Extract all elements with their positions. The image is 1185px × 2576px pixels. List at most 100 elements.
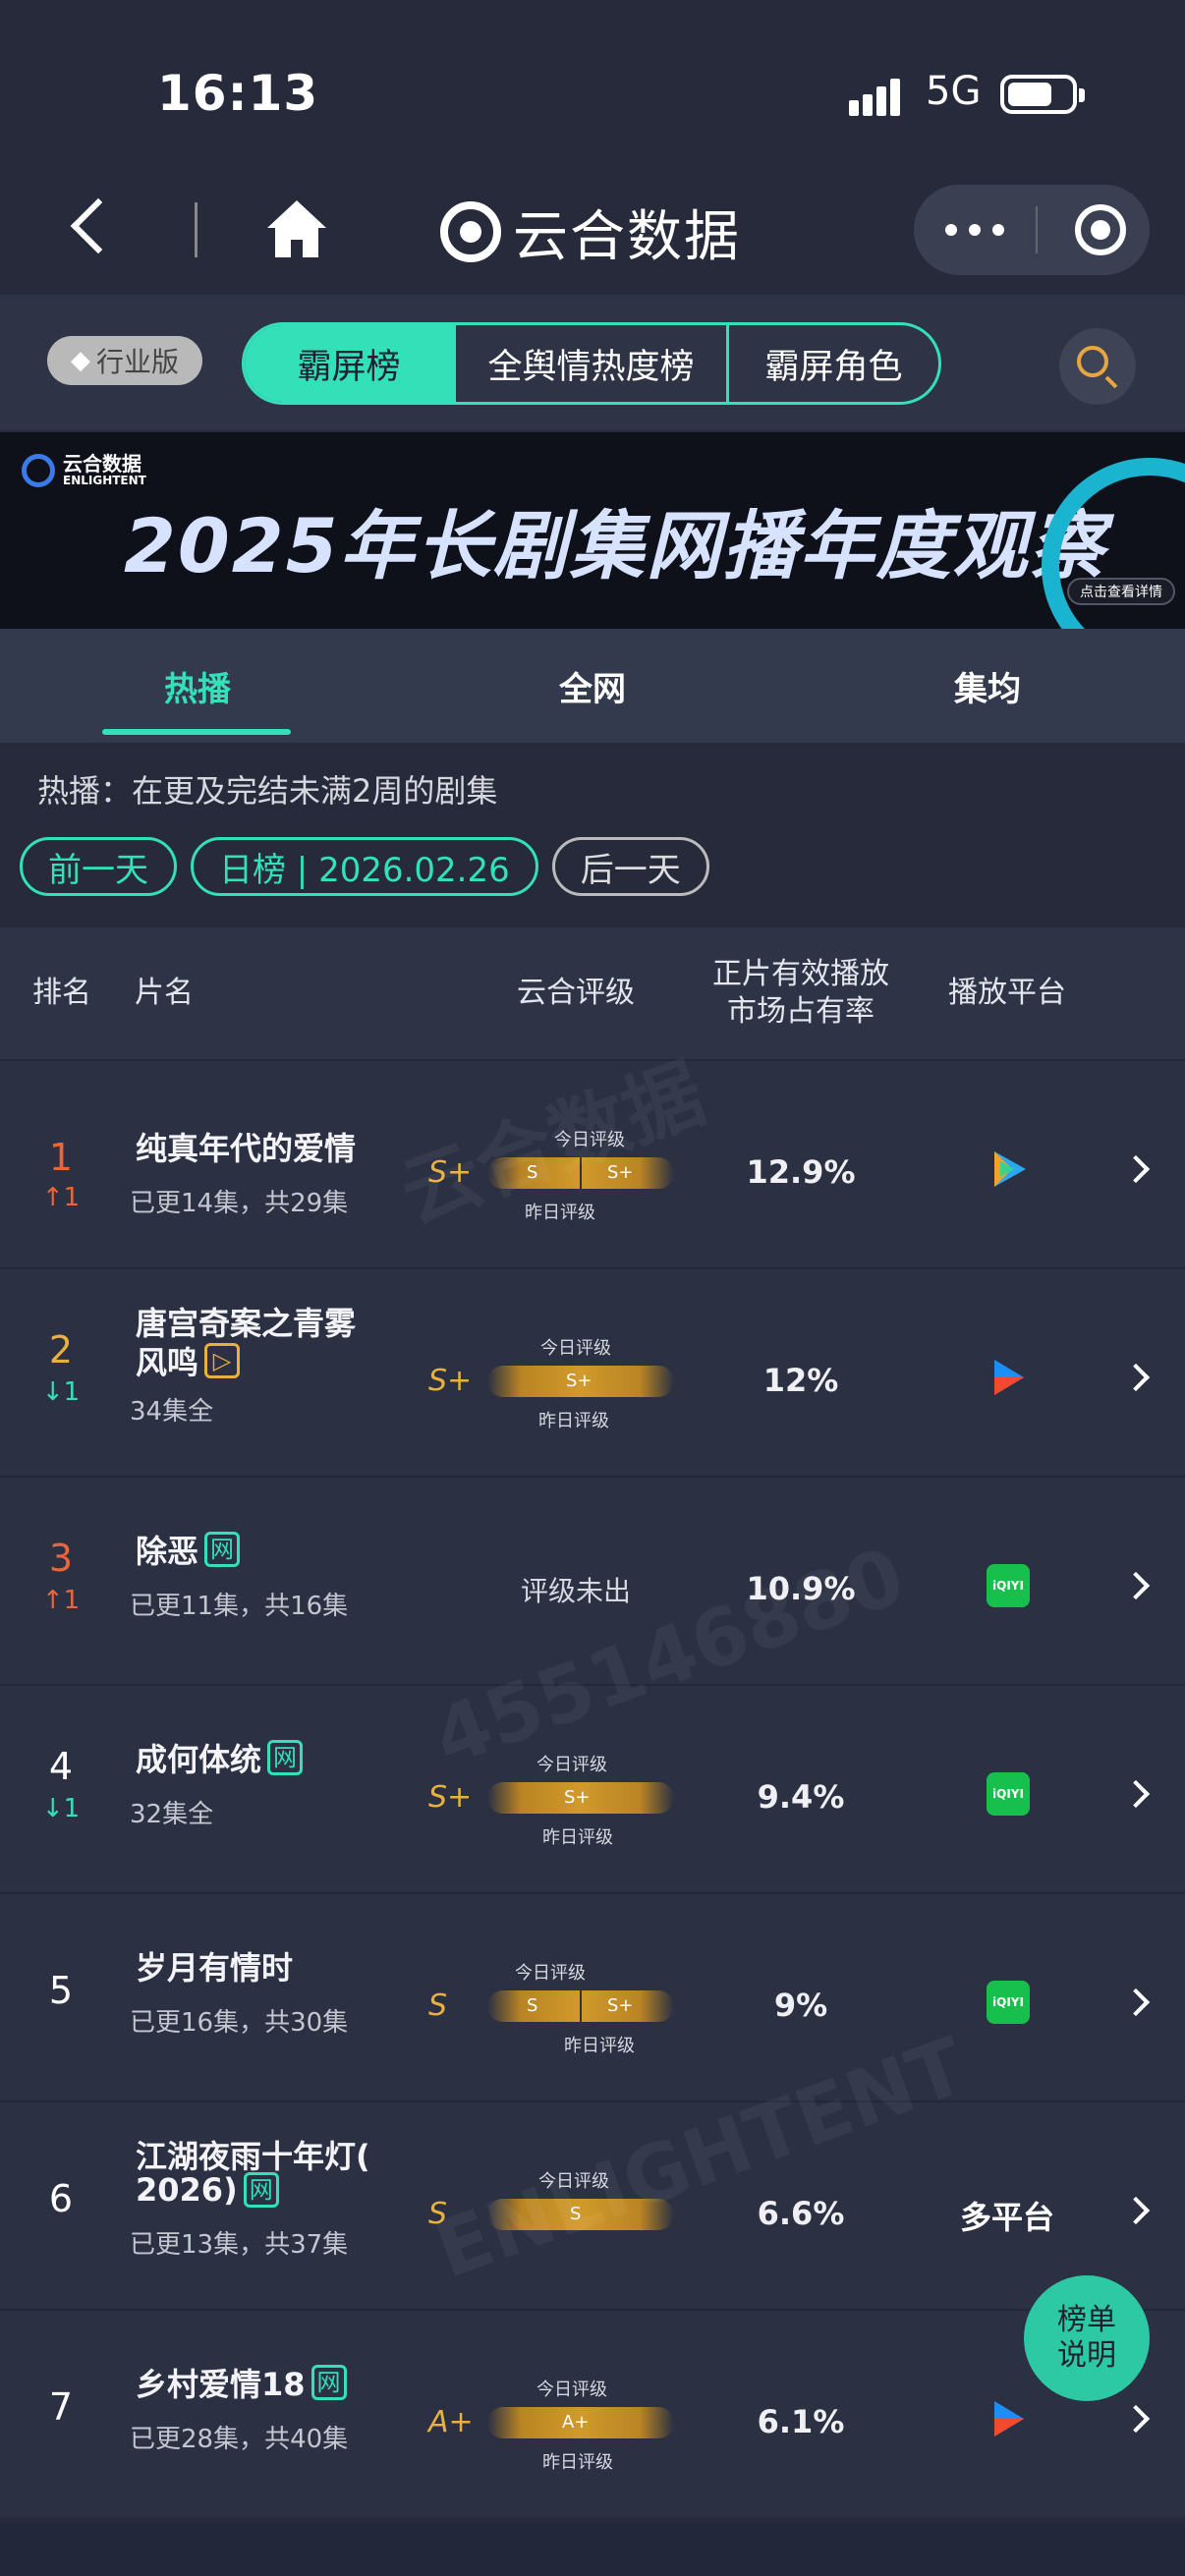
episode-info: 34集全 — [130, 1397, 214, 1427]
drama-title-text: 乡村爱情18 — [136, 2366, 306, 2403]
row-chevron-icon[interactable] — [1121, 1154, 1151, 1184]
row-chevron-icon[interactable] — [1121, 2196, 1151, 2225]
search-button[interactable] — [1059, 328, 1136, 405]
tool-row: ◆ 行业版 霸屏榜 全舆情热度榜 霸屏角色 — [0, 295, 1185, 430]
prev-day-button[interactable]: 前一天 — [20, 837, 177, 896]
drama-title: 成何体统 网 — [136, 1735, 304, 1780]
status-bar: 16:13 5G — [0, 0, 1185, 193]
date-nav: 前一天 日榜 | 2026.02.26 后一天 — [20, 837, 723, 898]
segment-roles[interactable]: 霸屏角色 — [726, 325, 938, 402]
header-share-line1: 正片有效播放 — [712, 957, 889, 991]
app-title: 云合数据 — [513, 204, 741, 269]
drama-title-line2: 风鸣 ▷ — [136, 1338, 241, 1383]
current-date-button[interactable]: 日榜 | 2026.02.26 — [191, 837, 538, 896]
grade-bar-right: S+ — [564, 1787, 591, 1808]
row-chevron-icon[interactable] — [1121, 2404, 1151, 2434]
banner-logo-icon — [22, 454, 55, 487]
close-target-icon[interactable] — [1075, 204, 1126, 255]
grade-bar: S S+ — [487, 1985, 674, 2028]
table-header: 排名 片名 云合评级 正片有效播放 市场占有率 播放平台 — [0, 927, 1185, 1059]
capsule-divider — [1036, 206, 1038, 253]
drama-title-text-2: 风鸣 — [136, 1344, 199, 1381]
grade-not-out: 评级未出 — [520, 1575, 631, 1607]
tab-all-network[interactable]: 全网 — [395, 629, 790, 743]
tab-per-episode[interactable]: 集均 — [790, 629, 1185, 743]
banner-cta[interactable]: 点击查看详情 — [1067, 578, 1175, 605]
today-grade-label: 今日评级 — [536, 1755, 607, 1775]
today-grade-label: 今日评级 — [515, 1963, 586, 1984]
table-row[interactable]: 2 ↓1 唐宫奇案之青雾 风鸣 ▷ 34集全 S+ 今日评级 S+ 昨日评级 1… — [0, 1267, 1185, 1476]
row-chevron-icon[interactable] — [1121, 1988, 1151, 2017]
fab-line1: 榜单 — [1057, 2303, 1116, 2337]
grade-bar: S+ — [487, 1782, 674, 1814]
tab-hot[interactable]: 热播 — [0, 629, 395, 743]
table-row[interactable]: 5 岁月有情时 已更16集，共30集 S 今日评级 S S+ 昨日评级 9% i… — [0, 1892, 1185, 2100]
header-share-line2: 市场占有率 — [727, 994, 875, 1029]
web-tag: 网 — [243, 2172, 279, 2208]
signal-icon — [849, 77, 908, 116]
market-share: 12% — [762, 1362, 839, 1399]
promo-banner[interactable]: 云合数据 ENLIGHTENT 2025年长剧集网播年度观察 点击查看详情 — [0, 432, 1185, 629]
banner-logo-cn: 云合数据 — [63, 452, 141, 476]
episode-info: 已更14集，共29集 — [130, 1189, 349, 1218]
rank-change: ↓1 — [41, 1377, 81, 1407]
row-chevron-icon[interactable] — [1121, 1571, 1151, 1600]
header-platform: 播放平台 — [948, 976, 1066, 1010]
segment-public-opinion[interactable]: 全舆情热度榜 — [453, 325, 726, 402]
rank-number: 7 — [48, 2385, 74, 2429]
home-icon[interactable] — [265, 198, 328, 259]
episode-info: 已更16集，共30集 — [130, 2008, 349, 2038]
market-share: 6.1% — [757, 2403, 845, 2440]
banner-pager-dot — [1059, 613, 1075, 629]
row-chevron-icon[interactable] — [1121, 1363, 1151, 1392]
drama-title: 乡村爱情18 网 — [136, 2360, 347, 2405]
episode-info: 已更28集，共40集 — [130, 2425, 349, 2454]
today-grade-label: 今日评级 — [540, 1338, 611, 1359]
iqiyi-icon: iQIYI — [987, 1981, 1030, 2024]
edition-label: 行业版 — [95, 346, 179, 378]
web-tag: 网 — [310, 2365, 347, 2400]
header-rank: 排名 — [32, 976, 91, 1010]
grade-letter: S+ — [428, 1780, 473, 1815]
grade-letter: S — [428, 1988, 448, 2023]
table-row[interactable]: 7 乡村爱情18 网 已更28集，共40集 A+ 今日评级 A+ 昨日评级 6.… — [0, 2309, 1185, 2517]
drama-title: 纯真年代的爱情 — [136, 1124, 356, 1169]
drama-title-text: 纯真年代的爱情 — [136, 1130, 357, 1167]
more-icon[interactable] — [945, 224, 1004, 236]
segment-dominance[interactable]: 霸屏榜 — [245, 325, 453, 402]
grade-letter: S+ — [428, 1364, 473, 1398]
banner-title: 2025年长剧集网播年度观察 — [124, 502, 1106, 589]
app-logo-icon — [440, 201, 501, 262]
nav-divider — [195, 202, 198, 257]
header-share: 正片有效播放 市场占有率 — [698, 927, 904, 1059]
grade-bar-right: A+ — [562, 2412, 590, 2433]
subtabs: 热播 全网 集均 — [0, 629, 1185, 743]
row-chevron-icon[interactable] — [1121, 1779, 1151, 1809]
rank-change: ↑1 — [41, 1586, 81, 1615]
app-title-wrap: 云合数据 — [440, 193, 741, 271]
drama-title-text: 岁月有情时 — [136, 1949, 294, 1987]
back-icon[interactable] — [70, 197, 127, 254]
mini-program-capsule — [914, 185, 1150, 275]
grade-bar-right: S+ — [566, 1371, 592, 1391]
web-tag: 网 — [204, 1532, 241, 1567]
bottom-strip — [0, 2523, 1185, 2576]
market-share: 9.4% — [757, 1778, 845, 1816]
rank-change: ↓1 — [41, 1794, 81, 1823]
diamond-icon: ◆ — [70, 346, 90, 375]
edition-badge[interactable]: ◆ 行业版 — [47, 336, 202, 385]
next-day-button[interactable]: 后一天 — [551, 837, 709, 896]
drama-title-text: 成何体统 — [136, 1741, 262, 1778]
ranking-explanation-button[interactable]: 榜单 说明 — [1024, 2275, 1150, 2401]
drama-title: 岁月有情时 — [136, 1943, 293, 1988]
iqiyi-icon: iQIYI — [987, 1772, 1030, 1816]
rank-number: 6 — [48, 2177, 74, 2220]
yesterday-grade-label: 昨日评级 — [538, 1411, 609, 1431]
market-share: 12.9% — [746, 1153, 856, 1191]
network-label: 5G — [926, 69, 982, 114]
drama-title: 除恶 网 — [136, 1527, 241, 1572]
grade-marker — [580, 1985, 582, 2028]
episode-info: 已更11集，共16集 — [130, 1592, 349, 1621]
drama-title-text: 除恶 — [136, 1533, 199, 1570]
status-time: 16:13 — [157, 65, 319, 122]
